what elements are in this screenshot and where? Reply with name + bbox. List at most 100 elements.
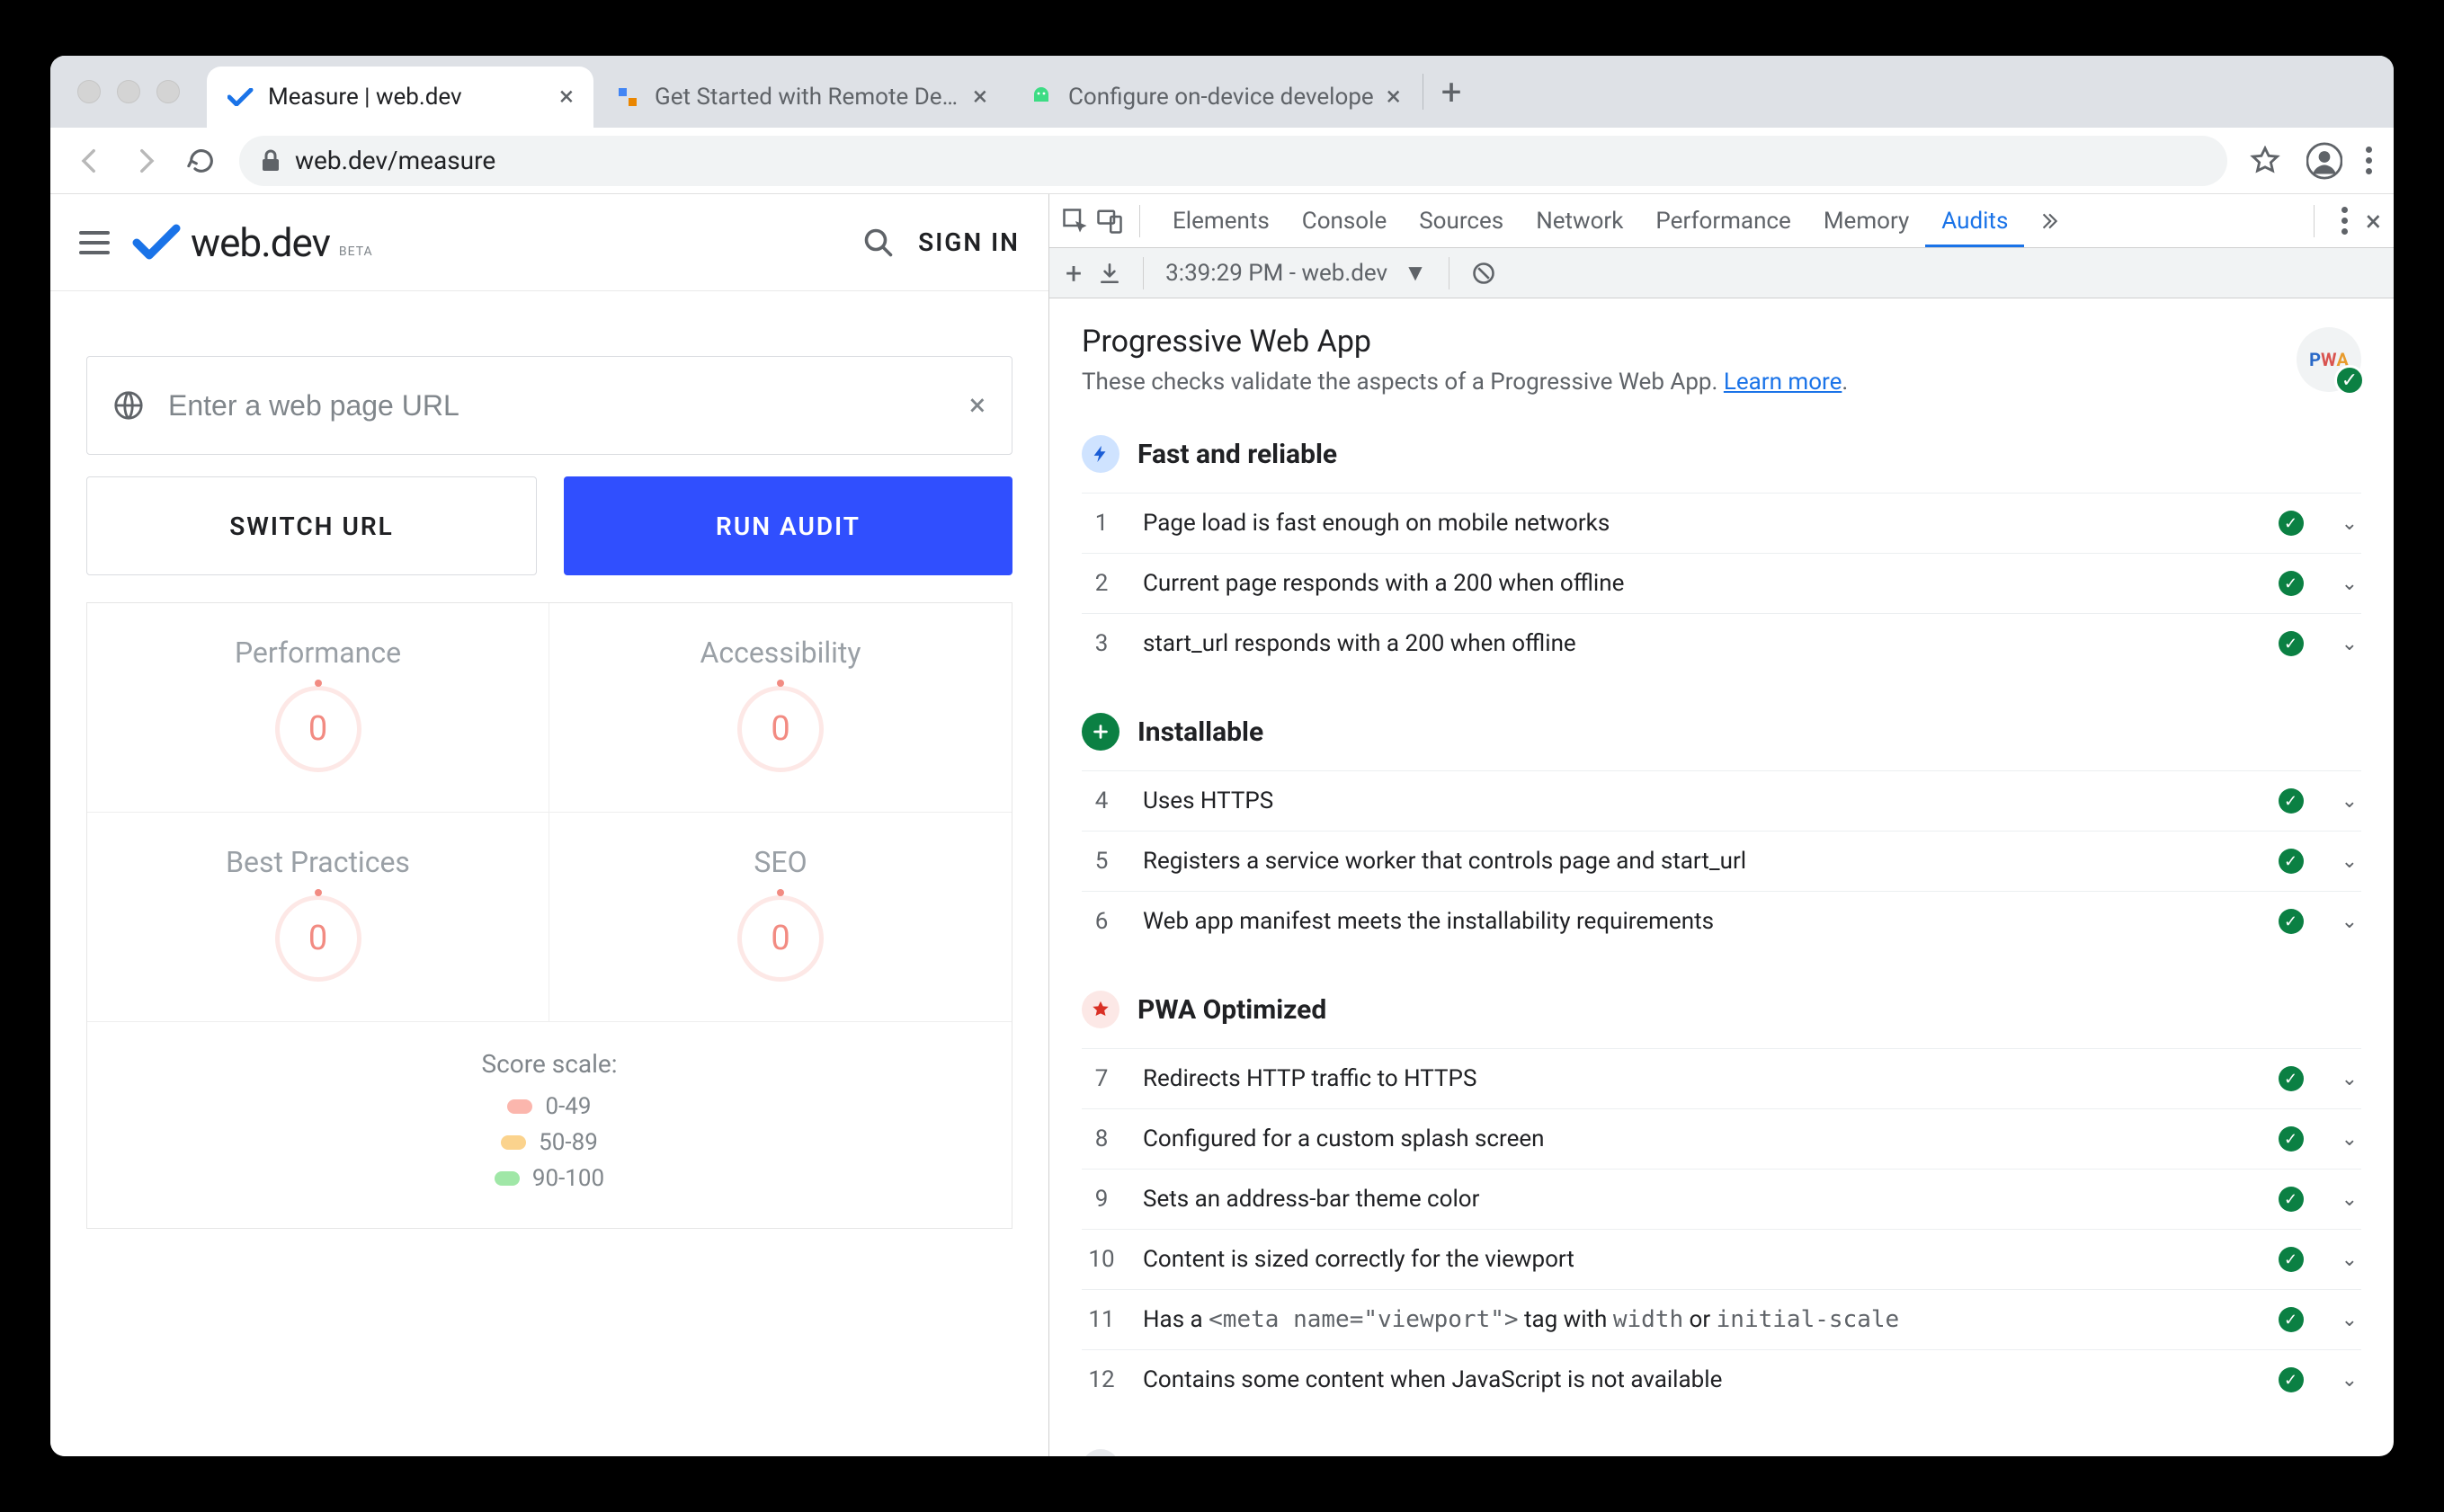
- metric-title: Best Practices: [105, 845, 531, 879]
- tab-1[interactable]: Get Started with Remote Debu ×: [593, 67, 1007, 128]
- chevron-down-icon: ⌄: [2341, 1128, 2358, 1151]
- devtools-tab-network[interactable]: Network: [1520, 195, 1639, 247]
- download-icon[interactable]: [1098, 262, 1121, 285]
- devtools-tab-console[interactable]: Console: [1286, 195, 1403, 247]
- metric-title: Accessibility: [567, 636, 994, 670]
- page-webdev: web.dev BETA SIGN IN × SWIT: [50, 194, 1048, 1456]
- tab-2[interactable]: Configure on-device develope ×: [1007, 67, 1421, 128]
- signin-button[interactable]: SIGN IN: [918, 227, 1020, 257]
- clear-audit-icon[interactable]: [1471, 261, 1496, 286]
- bookmark-star-icon[interactable]: [2247, 143, 2283, 179]
- pass-icon: ✓: [2279, 1126, 2304, 1152]
- traffic-light-minimize[interactable]: [117, 80, 140, 103]
- tab-close-icon[interactable]: ×: [1387, 84, 1401, 111]
- audit-text: Uses HTTPS: [1143, 787, 2253, 814]
- metric-title: SEO: [567, 845, 994, 879]
- audit-row[interactable]: 3start_url responds with a 200 when offl…: [1082, 613, 2361, 673]
- gauge-icon: 0: [737, 686, 824, 772]
- metric-accessibility: Accessibility 0: [549, 603, 1012, 813]
- forward-button[interactable]: [128, 143, 164, 179]
- devtools-tab-elements[interactable]: Elements: [1156, 195, 1286, 247]
- reload-button[interactable]: [183, 143, 219, 179]
- device-toggle-icon[interactable]: [1096, 208, 1123, 235]
- audit-row[interactable]: 2Current page responds with a 200 when o…: [1082, 553, 2361, 613]
- tab-close-icon[interactable]: ×: [559, 84, 574, 111]
- plus-icon: [1082, 713, 1119, 751]
- audit-number: 3: [1085, 630, 1118, 657]
- metric-performance: Performance 0: [87, 603, 549, 813]
- score-range-green: 90-100: [105, 1165, 994, 1192]
- gauge-icon: 0: [275, 895, 361, 982]
- audit-number: 1: [1085, 510, 1118, 537]
- audit-run-label[interactable]: 3:39:29 PM - web.dev: [1165, 260, 1387, 287]
- devtools-tab-sources[interactable]: Sources: [1403, 195, 1520, 247]
- tab-close-icon[interactable]: ×: [973, 84, 987, 111]
- pass-icon: ✓: [2279, 788, 2304, 814]
- score-range-red: 0-49: [105, 1093, 994, 1120]
- devtools-panel: ElementsConsoleSourcesNetworkPerformance…: [1048, 194, 2394, 1456]
- devtools-tab-memory[interactable]: Memory: [1807, 195, 1925, 247]
- score-scale: Score scale: 0-49 50-89 90-100: [87, 1022, 1012, 1228]
- manual-checks-row[interactable]: Additional items to manually check 3 aud…: [1082, 1449, 2361, 1456]
- audit-number: 11: [1085, 1306, 1118, 1333]
- pass-icon: ✓: [2279, 631, 2304, 656]
- tab-title: Configure on-device develope: [1068, 84, 1374, 111]
- profile-button[interactable]: [2306, 143, 2342, 179]
- chevron-down-icon: ⌄: [2341, 1369, 2358, 1392]
- audit-text: Has a <meta name="viewport"> tag with wi…: [1143, 1306, 2253, 1333]
- audit-row[interactable]: 1Page load is fast enough on mobile netw…: [1082, 493, 2361, 553]
- switch-url-button[interactable]: SWITCH URL: [86, 476, 537, 575]
- tab-0[interactable]: Measure | web.dev ×: [207, 67, 593, 128]
- devtools-tab-performance[interactable]: Performance: [1639, 195, 1806, 247]
- pass-icon: ✓: [2279, 1247, 2304, 1272]
- browser-menu-button[interactable]: [2366, 147, 2372, 174]
- dropdown-caret-icon[interactable]: ▼: [1404, 259, 1427, 287]
- traffic-light-close[interactable]: [77, 80, 101, 103]
- devtools-tab-audits[interactable]: Audits: [1925, 195, 2024, 247]
- new-tab-button[interactable]: +: [1441, 71, 1462, 113]
- site-logo[interactable]: web.dev BETA: [131, 219, 373, 266]
- browser-window: Measure | web.dev × Get Started with Rem…: [50, 56, 2394, 1456]
- manual-checks-count: 3 audits: [2229, 1454, 2312, 1456]
- audit-row[interactable]: 4Uses HTTPS✓⌄: [1082, 770, 2361, 831]
- url-input-row: ×: [86, 356, 1012, 455]
- audit-row[interactable]: 6Web app manifest meets the installabili…: [1082, 891, 2361, 951]
- hamburger-menu-icon[interactable]: [79, 231, 110, 254]
- devtools-menu-icon[interactable]: [2341, 207, 2348, 235]
- tab-title: Get Started with Remote Debu: [655, 84, 960, 111]
- audit-row[interactable]: 8Configured for a custom splash screen✓⌄: [1082, 1108, 2361, 1169]
- window-controls: [77, 80, 180, 103]
- audit-text: Configured for a custom splash screen: [1143, 1125, 2253, 1152]
- inspect-element-icon[interactable]: [1062, 208, 1089, 235]
- pass-icon: ✓: [2279, 909, 2304, 934]
- pass-icon: ✓: [2279, 1187, 2304, 1212]
- audit-row[interactable]: 7Redirects HTTP traffic to HTTPS✓⌄: [1082, 1048, 2361, 1108]
- url-input[interactable]: [86, 356, 1012, 455]
- run-audit-button[interactable]: RUN AUDIT: [564, 476, 1012, 575]
- webdev-logo-icon: [131, 223, 185, 262]
- audit-row[interactable]: 5Registers a service worker that control…: [1082, 831, 2361, 891]
- audit-row[interactable]: 10Content is sized correctly for the vie…: [1082, 1229, 2361, 1289]
- new-audit-icon[interactable]: +: [1066, 256, 1082, 290]
- search-icon[interactable]: [861, 225, 896, 261]
- more-tabs-icon[interactable]: [2037, 209, 2060, 233]
- audit-row[interactable]: 12Contains some content when JavaScript …: [1082, 1349, 2361, 1410]
- devtools-close-icon[interactable]: ×: [2366, 204, 2381, 238]
- traffic-light-zoom[interactable]: [156, 80, 180, 103]
- audit-row[interactable]: 11 Has a <meta name="viewport"> tag with …: [1082, 1289, 2361, 1349]
- chevron-down-icon: ⌄: [2341, 512, 2358, 535]
- audit-row[interactable]: 9Sets an address-bar theme color✓⌄: [1082, 1169, 2361, 1229]
- pwa-badge: PWA ✓: [2297, 327, 2361, 392]
- gauge-icon: 0: [275, 686, 361, 772]
- audit-text: Registers a service worker that controls…: [1143, 848, 2253, 875]
- address-bar[interactable]: web.dev/measure: [239, 136, 2227, 186]
- audit-text: Redirects HTTP traffic to HTTPS: [1143, 1065, 2253, 1092]
- metric-value: 0: [771, 709, 789, 749]
- section-title: Fast and reliable: [1137, 439, 1337, 470]
- site-header: web.dev BETA SIGN IN: [50, 194, 1048, 291]
- score-range-amber: 50-89: [105, 1129, 994, 1156]
- learn-more-link[interactable]: Learn more: [1724, 369, 1842, 396]
- clear-icon[interactable]: ×: [969, 387, 986, 423]
- tab-strip: Measure | web.dev × Get Started with Rem…: [50, 56, 2394, 128]
- back-button[interactable]: [72, 143, 108, 179]
